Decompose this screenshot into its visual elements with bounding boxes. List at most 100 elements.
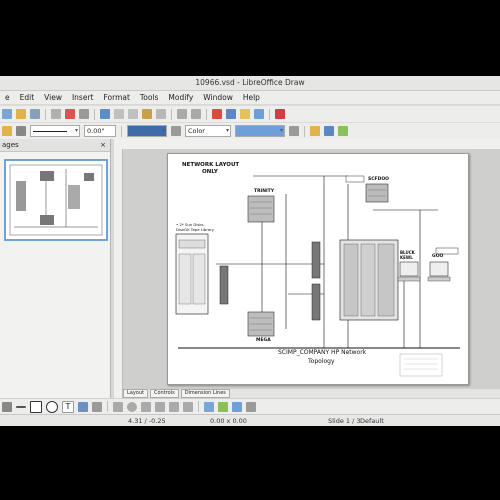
separator: [107, 401, 108, 412]
block-arrows-icon[interactable]: [141, 401, 151, 412]
callouts-icon[interactable]: [169, 401, 179, 412]
image-insert-icon[interactable]: [218, 401, 228, 412]
cursor-position: 4.31 / -0.25: [128, 417, 166, 425]
styles-icon[interactable]: [2, 126, 12, 136]
scfdoo-server: [365, 183, 389, 203]
connector-tool-icon[interactable]: [92, 401, 102, 412]
footer-title-line2: Topology: [308, 358, 335, 365]
menu-edit[interactable]: Edit: [15, 93, 40, 102]
mega-label: MEGA: [256, 338, 271, 343]
area-style-select[interactable]: Color: [185, 125, 231, 137]
page-thumbnail[interactable]: [4, 159, 108, 241]
fill-color-select[interactable]: [235, 125, 285, 137]
stars-icon[interactable]: [183, 401, 193, 412]
separator: [171, 108, 172, 120]
menu-insert[interactable]: Insert: [67, 93, 99, 102]
separator: [269, 108, 270, 120]
arrange-icon[interactable]: [338, 126, 348, 136]
spellcheck-icon[interactable]: [100, 109, 110, 119]
libreoffice-draw-window: 10966.vsd - LibreOffice Draw e Edit View…: [0, 76, 500, 426]
pages-pane: ages ×: [0, 139, 111, 406]
help-icon[interactable]: [275, 109, 285, 119]
thumbnail-drawing: [9, 164, 103, 236]
shadow-icon[interactable]: [289, 126, 299, 136]
object-size: 0.00 x 0.00: [210, 417, 247, 425]
zoom-icon[interactable]: [254, 109, 264, 119]
extrusion-icon[interactable]: [246, 401, 256, 412]
vertical-ruler[interactable]: [114, 149, 123, 399]
line-style-preview: [33, 130, 67, 132]
tab-layout[interactable]: Layout: [123, 389, 148, 398]
fontwork-icon[interactable]: [232, 401, 242, 412]
menu-file[interactable]: e: [0, 93, 15, 102]
table-icon[interactable]: [226, 109, 236, 119]
drawing-toolbar: T: [0, 398, 500, 414]
separator: [45, 108, 46, 120]
redo-icon[interactable]: [191, 109, 201, 119]
menu-window[interactable]: Window: [198, 93, 238, 102]
curve-tool-icon[interactable]: [78, 401, 88, 412]
pages-pane-header: ages ×: [0, 139, 110, 152]
select-icon[interactable]: [2, 401, 12, 412]
menu-bar: e Edit View Insert Format Tools Modify W…: [0, 91, 500, 104]
points-icon[interactable]: [204, 401, 214, 412]
separator: [206, 108, 207, 120]
trinity-server: [247, 195, 275, 223]
separator: [304, 125, 305, 137]
new-icon[interactable]: [2, 109, 12, 119]
menu-help[interactable]: Help: [238, 93, 265, 102]
transformations-icon[interactable]: [310, 126, 320, 136]
edit-file-icon[interactable]: [51, 109, 61, 119]
drawing-page[interactable]: NETWORK LAYOUT ONLY TRINITY MEGA SCFDOO …: [167, 153, 469, 385]
clone-formatting-icon[interactable]: [156, 109, 166, 119]
print-icon[interactable]: [79, 109, 89, 119]
disk-array: [311, 241, 321, 279]
menu-format[interactable]: Format: [98, 93, 134, 102]
undo-icon[interactable]: [177, 109, 187, 119]
drawing-canvas[interactable]: NETWORK LAYOUT ONLY TRINITY MEGA SCFDOO …: [123, 149, 500, 389]
standard-toolbar: [0, 105, 500, 122]
disk-array: [311, 283, 321, 321]
cut-icon[interactable]: [114, 109, 124, 119]
flowchart-icon[interactable]: [155, 401, 165, 412]
save-icon[interactable]: [30, 109, 40, 119]
layer-tabs: Layout Controls Dimension Lines: [123, 389, 500, 398]
symbol-shapes-icon[interactable]: [127, 401, 137, 412]
rectangle-tool-icon[interactable]: [30, 400, 42, 413]
tab-dimension-lines[interactable]: Dimension Lines: [180, 389, 230, 398]
arrow-style-icon[interactable]: [16, 126, 26, 136]
separator: [121, 125, 122, 137]
line-color-select[interactable]: [127, 125, 167, 137]
slide-indicator: Slide 1 / 3: [328, 417, 361, 425]
menu-view[interactable]: View: [39, 93, 67, 102]
window-title: 10966.vsd - LibreOffice Draw: [195, 78, 305, 87]
menu-modify[interactable]: Modify: [163, 93, 198, 102]
line-width-field[interactable]: 0.00": [84, 125, 116, 137]
text-tool-icon[interactable]: T: [62, 400, 74, 413]
ellipse-tool-icon[interactable]: [46, 400, 58, 413]
line-style-select[interactable]: [30, 125, 80, 137]
tab-controls[interactable]: Controls: [150, 389, 179, 398]
menu-tools[interactable]: Tools: [135, 93, 163, 102]
title-bar: 10966.vsd - LibreOffice Draw: [0, 76, 500, 91]
close-pane-icon[interactable]: ×: [100, 139, 106, 151]
image-icon[interactable]: [240, 109, 250, 119]
diagram-title-line2: ONLY: [202, 169, 218, 175]
line-and-filling-toolbar: 0.00" Color: [0, 122, 500, 139]
paste-icon[interactable]: [142, 109, 152, 119]
basic-shapes-icon[interactable]: [113, 401, 123, 412]
diagram-title-line1: NETWORK LAYOUT: [182, 162, 240, 168]
pages-pane-title: ages: [2, 141, 19, 149]
bluck-workstation: [399, 261, 419, 277]
open-icon[interactable]: [16, 109, 26, 119]
scfdoo-label: SCFDOO: [368, 177, 390, 182]
copy-icon[interactable]: [128, 109, 138, 119]
export-pdf-icon[interactable]: [65, 109, 75, 119]
disk-array: [219, 265, 229, 305]
area-icon[interactable]: [171, 126, 181, 136]
goo-label: GOO: [432, 254, 444, 259]
align-icon[interactable]: [324, 126, 334, 136]
footer-title-line1: SCIMP_COMPANY HP Network: [278, 349, 367, 356]
chart-icon[interactable]: [212, 109, 222, 119]
line-tool-icon[interactable]: [16, 405, 26, 408]
